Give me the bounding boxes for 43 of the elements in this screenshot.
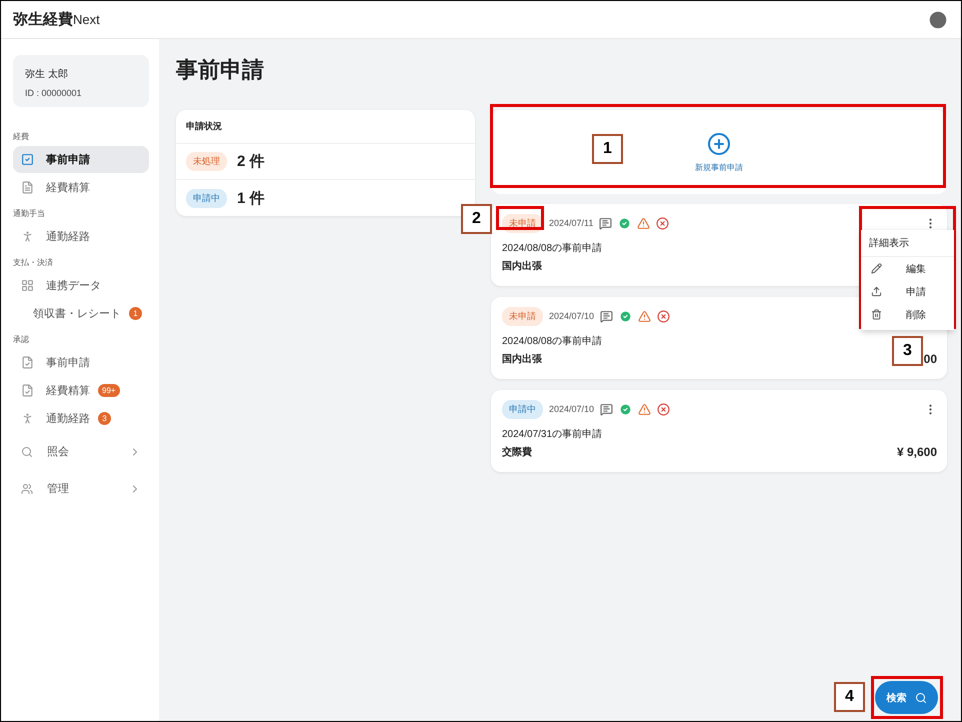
sidebar-label: 通勤経路 (46, 230, 90, 244)
count-badge: 3 (98, 412, 111, 425)
user-id: ID : 00000001 (25, 88, 83, 98)
status-tag: 申請中 (186, 188, 227, 208)
request-category: 国内出張 (502, 260, 542, 273)
sidebar-label: 管理 (47, 482, 69, 496)
card-title: 申請状況 (176, 110, 475, 144)
request-amount: 00 (924, 352, 937, 366)
count-badge: 1 (129, 307, 142, 320)
status-tag: 未申請 (502, 306, 543, 326)
request-title: 2024/07/31の事前申請 (502, 428, 602, 441)
section-heading: 通勤手当 (13, 208, 46, 219)
callout-number: 3 (892, 336, 923, 366)
sidebar-label: 事前申請 (46, 356, 90, 370)
request-category: 国内出張 (502, 352, 542, 366)
page-title: 事前申請 (176, 56, 265, 84)
sidebar-label: 照会 (47, 445, 69, 459)
callout-number: 1 (592, 134, 623, 164)
section-heading: 支払・決済 (13, 257, 54, 268)
sidebar-label: 経費精算 (46, 181, 90, 195)
request-date: 2024/07/11 (549, 218, 594, 228)
request-date: 2024/07/10 (549, 404, 594, 414)
request-category: 交際費 (502, 445, 532, 459)
section-heading: 経費 (13, 131, 30, 142)
request-title: 2024/08/08の事前申請 (502, 242, 602, 255)
callout-number: 2 (461, 204, 492, 234)
request-title: 2024/08/08の事前申請 (502, 334, 602, 348)
user-name: 弥生 太郎 (25, 68, 69, 81)
sidebar-label: 事前申請 (46, 152, 90, 167)
status-count: 1 件 (237, 188, 265, 208)
status-tag: 申請中 (502, 400, 543, 418)
status-tag: 未処理 (186, 152, 227, 171)
callout-number: 4 (834, 682, 865, 712)
sidebar-label: 領収書・レシート (33, 307, 121, 321)
section-heading: 承認 (13, 334, 30, 345)
status-count: 2 件 (237, 152, 265, 171)
sidebar-label: 連携データ (46, 278, 101, 293)
app-logo: 弥生経費Next (13, 10, 100, 29)
sidebar-label: 通勤経路 (46, 412, 90, 426)
request-date: 2024/07/10 (549, 311, 594, 321)
count-badge: 99+ (98, 384, 120, 397)
sidebar-label: 経費精算 (46, 384, 90, 398)
request-amount: ¥ 9,600 (896, 445, 937, 459)
